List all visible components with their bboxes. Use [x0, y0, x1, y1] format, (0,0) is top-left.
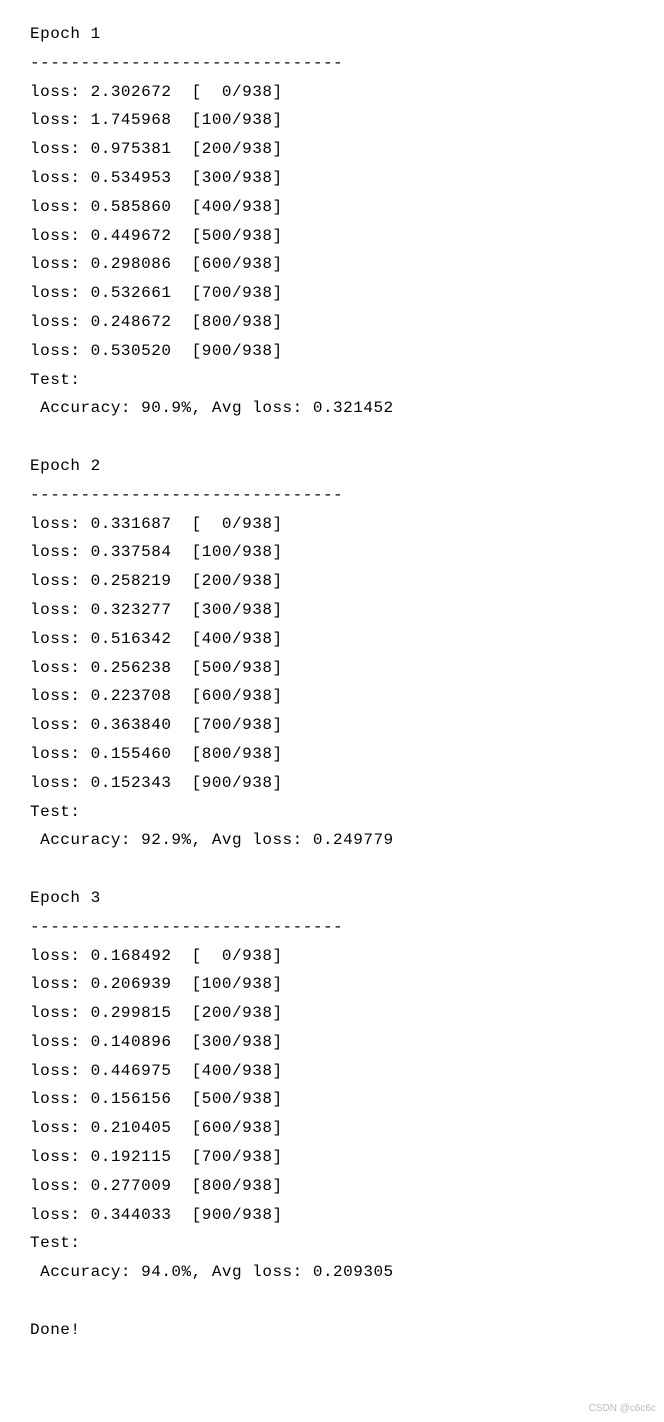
loss-line: loss: 0.585860 [400/938] [30, 193, 634, 222]
watermark-text: CSDN @c6c6c [589, 1400, 656, 1418]
loss-line: loss: 0.152343 [900/938] [30, 769, 634, 798]
epoch-separator: ------------------------------- [30, 913, 634, 942]
loss-line: loss: 0.516342 [400/938] [30, 625, 634, 654]
loss-line: loss: 0.446975 [400/938] [30, 1057, 634, 1086]
blank-line [30, 1287, 634, 1316]
loss-line: loss: 0.140896 [300/938] [30, 1028, 634, 1057]
blank-line [30, 855, 634, 884]
loss-line: loss: 0.168492 [ 0/938] [30, 942, 634, 971]
loss-line: loss: 0.277009 [800/938] [30, 1172, 634, 1201]
loss-line: loss: 0.331687 [ 0/938] [30, 510, 634, 539]
loss-line: loss: 0.975381 [200/938] [30, 135, 634, 164]
loss-line: loss: 0.532661 [700/938] [30, 279, 634, 308]
done-line: Done! [30, 1316, 634, 1345]
loss-line: loss: 0.344033 [900/938] [30, 1201, 634, 1230]
loss-line: loss: 0.337584 [100/938] [30, 538, 634, 567]
epoch-separator: ------------------------------- [30, 49, 634, 78]
epoch-header: Epoch 2 [30, 452, 634, 481]
test-label: Test: [30, 798, 634, 827]
loss-line: loss: 0.223708 [600/938] [30, 682, 634, 711]
loss-line: loss: 0.210405 [600/938] [30, 1114, 634, 1143]
loss-line: loss: 0.258219 [200/938] [30, 567, 634, 596]
loss-line: loss: 0.155460 [800/938] [30, 740, 634, 769]
test-accuracy-line: Accuracy: 90.9%, Avg loss: 0.321452 [30, 394, 634, 423]
loss-line: loss: 1.745968 [100/938] [30, 106, 634, 135]
loss-line: loss: 0.156156 [500/938] [30, 1085, 634, 1114]
test-accuracy-line: Accuracy: 92.9%, Avg loss: 0.249779 [30, 826, 634, 855]
epoch-header: Epoch 1 [30, 20, 634, 49]
epoch-header: Epoch 3 [30, 884, 634, 913]
test-label: Test: [30, 1229, 634, 1258]
loss-line: loss: 2.302672 [ 0/938] [30, 78, 634, 107]
epoch-separator: ------------------------------- [30, 481, 634, 510]
test-accuracy-line: Accuracy: 94.0%, Avg loss: 0.209305 [30, 1258, 634, 1287]
loss-line: loss: 0.449672 [500/938] [30, 222, 634, 251]
loss-line: loss: 0.530520 [900/938] [30, 337, 634, 366]
loss-line: loss: 0.363840 [700/938] [30, 711, 634, 740]
loss-line: loss: 0.299815 [200/938] [30, 999, 634, 1028]
loss-line: loss: 0.192115 [700/938] [30, 1143, 634, 1172]
blank-line [30, 423, 634, 452]
loss-line: loss: 0.298086 [600/938] [30, 250, 634, 279]
loss-line: loss: 0.256238 [500/938] [30, 654, 634, 683]
loss-line: loss: 0.248672 [800/938] [30, 308, 634, 337]
training-output: Epoch 1-------------------------------lo… [0, 0, 664, 1365]
loss-line: loss: 0.323277 [300/938] [30, 596, 634, 625]
loss-line: loss: 0.534953 [300/938] [30, 164, 634, 193]
loss-line: loss: 0.206939 [100/938] [30, 970, 634, 999]
test-label: Test: [30, 366, 634, 395]
